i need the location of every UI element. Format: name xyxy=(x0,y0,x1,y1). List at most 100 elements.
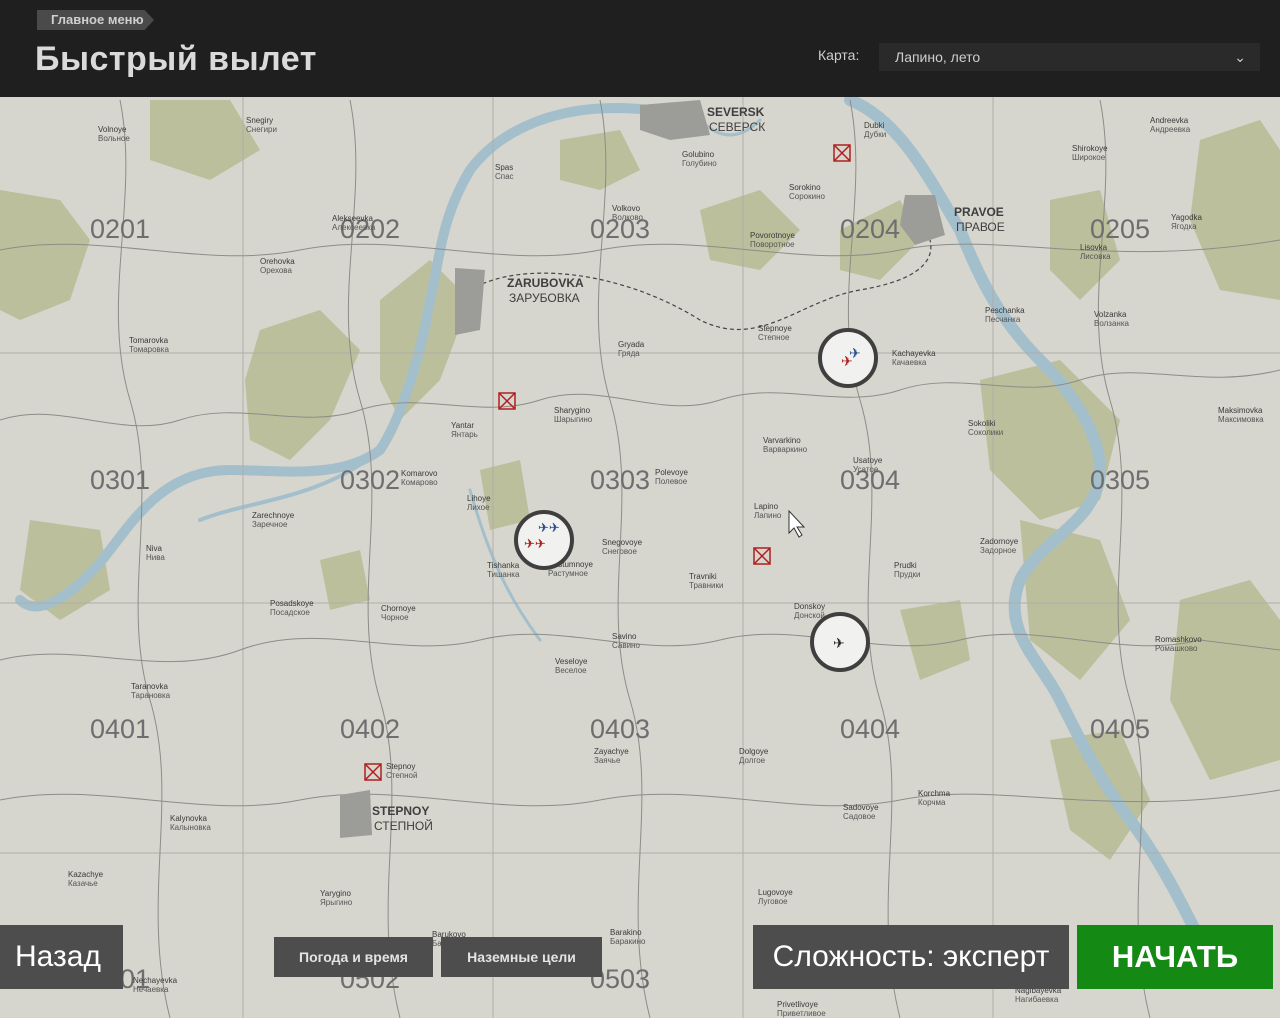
village-label: Chornoye xyxy=(381,604,416,613)
village-label: Varvarkino xyxy=(763,436,801,445)
town-label: ZARUBOVKA xyxy=(507,276,584,290)
town-label: PRAVOE xyxy=(954,205,1004,219)
village-label: Yarygino xyxy=(320,889,352,898)
village-label: Zarechnoye xyxy=(252,511,295,520)
village-label-ru: Комарово xyxy=(401,478,438,487)
village-label-ru: Савино xyxy=(612,641,640,650)
village-label: Veseloye xyxy=(555,657,588,666)
village-label: Andreevka xyxy=(1150,116,1189,125)
village-label: Volnoye xyxy=(98,125,127,134)
village-label-ru: Долгое xyxy=(739,756,766,765)
village-label-ru: Усатое xyxy=(853,465,879,474)
grid-cell-label: 0401 xyxy=(90,714,150,744)
airfield-marker-donskoy[interactable]: ✈ xyxy=(810,612,870,672)
map-select-value: Лапино, лето xyxy=(895,49,981,65)
grid-cell-label: 0403 xyxy=(590,714,650,744)
village-label-ru: Сорокино xyxy=(789,192,826,201)
weather-time-button[interactable]: Погода и время xyxy=(274,937,433,977)
village-label: Savino xyxy=(612,632,637,641)
village-label-ru: Нагибаевка xyxy=(1015,995,1059,1004)
village-label-ru: Снеговое xyxy=(602,547,637,556)
village-label-ru: Андреевка xyxy=(1150,125,1191,134)
village-label: Maksimovka xyxy=(1218,406,1263,415)
town-label-ru: СТЕПНОЙ xyxy=(374,818,433,833)
village-label: Usatoye xyxy=(853,456,883,465)
difficulty-button[interactable]: Сложность: эксперт xyxy=(753,925,1069,989)
village-label-ru: Голубино xyxy=(682,159,717,168)
village-label-ru: Калыновка xyxy=(170,823,211,832)
village-label: Sadovoye xyxy=(843,803,879,812)
page-title: Быстрый вылет xyxy=(35,40,317,78)
village-label: Romashkovo xyxy=(1155,635,1202,644)
village-label-ru: Нечаевка xyxy=(133,985,169,994)
village-label: Privetlivoye xyxy=(777,1000,818,1009)
grid-cell-label: 0205 xyxy=(1090,214,1150,244)
village-label: Stepnoye xyxy=(758,324,792,333)
map-canvas[interactable]: 0201 0202 0203 0204 02050301 0302 0303 0304 0305… xyxy=(0,97,1280,1018)
village-label-ru: Тишанка xyxy=(487,570,520,579)
map-select[interactable]: Лапино, лето ⌄ xyxy=(879,43,1260,71)
village-label-ru: Снегири xyxy=(246,125,277,134)
grid-cell-label: 0303 xyxy=(590,465,650,495)
village-label-ru: Донской xyxy=(794,611,825,620)
village-label-ru: Томаровка xyxy=(129,345,169,354)
village-label: Lapino xyxy=(754,502,779,511)
village-label: Orehovka xyxy=(260,257,295,266)
village-label-ru: Вольное xyxy=(98,134,130,143)
start-button[interactable]: НАЧАТЬ xyxy=(1077,925,1273,989)
village-label-ru: Соколики xyxy=(968,428,1003,437)
village-label: Povorotnoye xyxy=(750,231,795,240)
village-label: Polevoye xyxy=(655,468,688,477)
village-label: Dubki xyxy=(864,121,885,130)
village-label-ru: Прудки xyxy=(894,570,920,579)
village-label: Lugovoye xyxy=(758,888,793,897)
village-label-ru: Варваркино xyxy=(763,445,808,454)
back-button[interactable]: Назад xyxy=(0,925,123,989)
village-label: Spas xyxy=(495,163,513,172)
village-label: Prudki xyxy=(894,561,917,570)
grid-cell-label: 0402 xyxy=(340,714,400,744)
village-label: Shirokoye xyxy=(1072,144,1108,153)
village-label-ru: Ягодка xyxy=(1171,222,1197,231)
village-label-ru: Нива xyxy=(146,553,165,562)
village-label: Nechayevka xyxy=(133,976,178,985)
town-label-ru: ПРАВОЕ xyxy=(956,220,1005,234)
village-label: Stepnoy xyxy=(386,762,415,771)
town-label: SEVERSK xyxy=(707,105,765,119)
village-label: Komarovo xyxy=(401,469,438,478)
breadcrumb-main-menu[interactable]: Главное меню xyxy=(37,10,154,30)
grid-cell-label: 0305 xyxy=(1090,465,1150,495)
village-label: Travniki xyxy=(689,572,717,581)
airfield-marker-stepnoye[interactable]: ✈ ✈ xyxy=(818,328,878,388)
village-label-ru: Поворотное xyxy=(750,240,795,249)
village-label: Yantar xyxy=(451,421,474,430)
village-label-ru: Шарыгино xyxy=(554,415,593,424)
village-label: Volkovo xyxy=(612,204,641,213)
village-label: Kachayevka xyxy=(892,349,936,358)
village-label-ru: Приветливое xyxy=(777,1009,826,1018)
chevron-down-icon: ⌄ xyxy=(1234,49,1246,65)
village-label-ru: Тарановка xyxy=(131,691,171,700)
village-label-ru: Гряда xyxy=(618,349,640,358)
grid-cell-label: 0404 xyxy=(840,714,900,744)
town-label-ru: ЗАРУБОВКА xyxy=(509,291,580,305)
village-label-ru: Садовое xyxy=(843,812,876,821)
village-label-ru: Чорное xyxy=(381,613,409,622)
village-label: Sokoliki xyxy=(968,419,996,428)
village-label: Zadornoye xyxy=(980,537,1019,546)
village-label-ru: Лисовка xyxy=(1080,252,1111,261)
village-label: Snegiry xyxy=(246,116,273,125)
ground-targets-button[interactable]: Наземные цели xyxy=(441,937,602,977)
airfield-marker-tishanka[interactable]: ✈✈ ✈✈ xyxy=(514,510,574,570)
town-label-ru: СЕВЕРСК xyxy=(709,120,765,134)
village-label-ru: Казачье xyxy=(68,879,98,888)
village-label: Korchma xyxy=(918,789,951,798)
village-label: Tishanka xyxy=(487,561,520,570)
village-label-ru: Дубки xyxy=(864,130,886,139)
svg-text:✈: ✈ xyxy=(833,636,845,652)
village-label: Sorokino xyxy=(789,183,821,192)
village-label-ru: Лапино xyxy=(754,511,782,520)
village-label-ru: Широкое xyxy=(1072,153,1106,162)
village-label-ru: Луговое xyxy=(758,897,788,906)
village-label: Yagodka xyxy=(1171,213,1203,222)
